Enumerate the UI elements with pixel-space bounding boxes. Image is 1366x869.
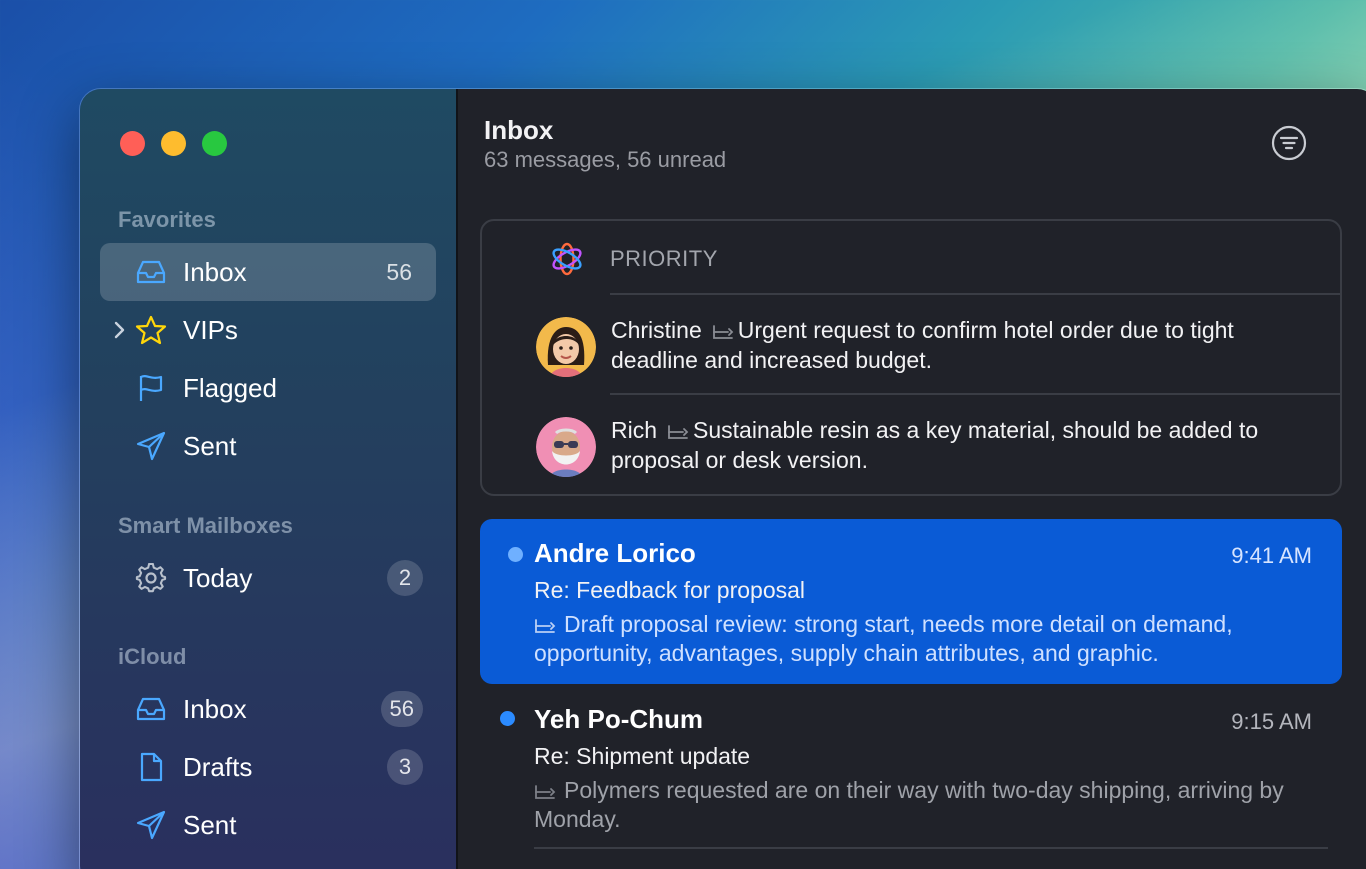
sidebar-item-label: Drafts xyxy=(183,751,253,782)
divider xyxy=(534,847,1328,849)
star-icon xyxy=(135,315,167,345)
summary-icon xyxy=(535,619,556,633)
sidebar-item-label: Sent xyxy=(183,809,237,840)
count-badge: 3 xyxy=(387,749,423,785)
summary-icon xyxy=(535,785,556,799)
sidebar-item-vips[interactable]: VIPs xyxy=(100,301,436,359)
summary-icon xyxy=(668,425,689,439)
sidebar-item-today[interactable]: Today 2 xyxy=(100,549,436,607)
sidebar-item-drafts[interactable]: Drafts 3 xyxy=(100,738,436,796)
sidebar-item-icloud-inbox[interactable]: Inbox 56 xyxy=(100,680,436,738)
unread-dot xyxy=(508,547,523,562)
divider xyxy=(610,393,1340,395)
document-icon xyxy=(140,752,163,782)
ai-summary: Urgent request to confirm hotel order du… xyxy=(611,317,1234,373)
avatar xyxy=(536,417,596,477)
paperplane-icon xyxy=(136,810,166,840)
sidebar-item-label: Inbox xyxy=(183,693,247,724)
message-list-pane: Inbox 63 messages, 56 unread PRIORITY Ch… xyxy=(458,89,1366,869)
sender-name: Christine xyxy=(611,317,702,343)
sidebar-item-label: Flagged xyxy=(183,372,277,403)
sidebar-item-label: Sent xyxy=(183,430,237,461)
priority-item-text: Rich Sustainable resin as a key material,… xyxy=(611,415,1311,475)
close-button[interactable] xyxy=(120,131,145,156)
count-badge: 2 xyxy=(387,560,423,596)
message-time: 9:41 AM xyxy=(1231,543,1312,568)
message-preview-text: Polymers requested are on their way with… xyxy=(534,777,1284,832)
paperplane-icon xyxy=(136,431,166,461)
section-title-smart-mailboxes: Smart Mailboxes xyxy=(118,513,293,538)
message-time: 9:15 AM xyxy=(1231,709,1312,734)
message-subject: Re: Feedback for proposal xyxy=(534,577,806,603)
sidebar-item-flagged[interactable]: Flagged xyxy=(100,359,436,417)
message-subject: Re: Shipment update xyxy=(534,743,751,769)
sidebar-item-label: VIPs xyxy=(183,314,238,345)
tray-icon xyxy=(136,260,166,284)
tray-icon xyxy=(136,697,166,721)
unread-count: 56 xyxy=(386,258,412,285)
count-badge: 56 xyxy=(380,691,423,727)
sender-name: Rich xyxy=(611,417,658,443)
ai-summary: Sustainable resin as a key material, sho… xyxy=(611,417,1259,473)
message-count: 63 messages, 56 unread xyxy=(484,147,727,172)
sender-name: Andre Lorico xyxy=(534,538,696,568)
sidebar-item-favorites-inbox[interactable]: Inbox 56 xyxy=(100,243,436,301)
divider xyxy=(610,293,1340,295)
sidebar-item-icloud-sent[interactable]: Sent xyxy=(100,796,436,854)
minimize-button[interactable] xyxy=(161,131,186,156)
mail-window: Favorites Inbox 56 VIPs Flagged Sent Sma… xyxy=(79,88,1366,869)
sender-name: Yeh Po-Chum xyxy=(534,704,704,734)
priority-label: PRIORITY xyxy=(610,246,718,271)
message-row[interactable]: Andre Lorico 9:41 AM Re: Feedback for pr… xyxy=(480,519,1342,684)
sidebar-item-favorites-sent[interactable]: Sent xyxy=(100,417,436,475)
message-preview: Polymers requested are on their way with… xyxy=(534,776,1314,834)
message-row[interactable]: Yeh Po-Chum 9:15 AM Re: Shipment update … xyxy=(480,687,1342,867)
section-title-icloud: iCloud xyxy=(118,644,187,669)
sidebar-item-label: Today xyxy=(183,562,253,593)
summary-icon xyxy=(712,325,734,339)
zoom-button[interactable] xyxy=(202,131,227,156)
sidebar: Favorites Inbox 56 VIPs Flagged Sent Sma… xyxy=(80,89,458,869)
chevron-right-icon[interactable] xyxy=(112,319,126,341)
avatar xyxy=(536,317,596,377)
unread-dot xyxy=(500,711,515,726)
sidebar-item-label: Inbox xyxy=(183,256,247,287)
message-preview: Draft proposal review: strong start, nee… xyxy=(534,610,1314,668)
window-controls xyxy=(120,131,227,156)
flag-icon xyxy=(139,375,163,401)
section-title-favorites: Favorites xyxy=(118,207,216,232)
message-preview-text: Draft proposal review: strong start, nee… xyxy=(534,611,1233,666)
priority-section: PRIORITY Christine Urgent request to con… xyxy=(480,219,1342,496)
apple-intelligence-icon xyxy=(552,242,582,276)
filter-icon[interactable] xyxy=(1271,125,1307,161)
priority-item-text: Christine Urgent request to confirm hotel… xyxy=(611,315,1311,375)
gear-icon xyxy=(135,563,167,593)
page-title: Inbox xyxy=(484,115,554,145)
